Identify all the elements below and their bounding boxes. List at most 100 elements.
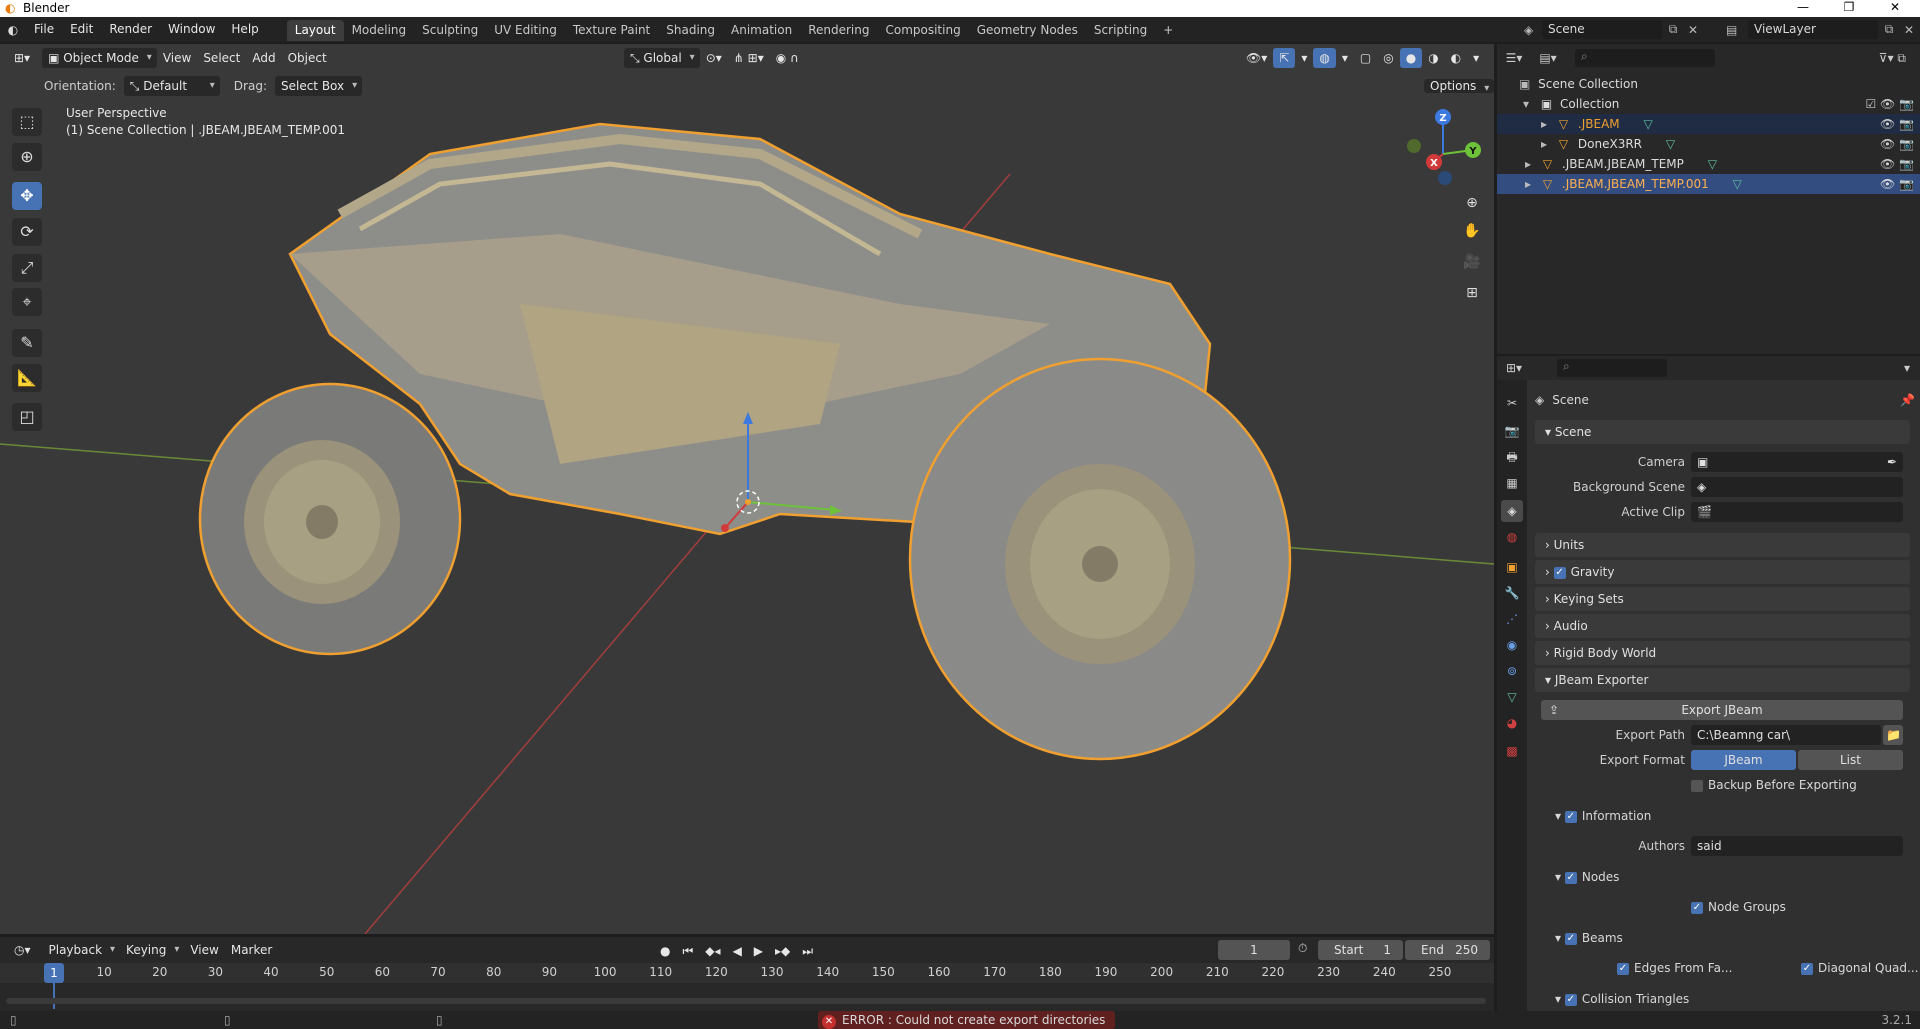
measure-tool-icon[interactable]: 📐 [12, 364, 42, 392]
zoom-icon[interactable]: ⊕ [1458, 190, 1486, 216]
outliner-row-collection[interactable]: ▾ ▣ Collection ☑ 👁 📷 [1497, 94, 1920, 114]
maximize-button[interactable]: ❐ [1826, 0, 1872, 17]
outliner-row-donex3rr[interactable]: ▸ ▽ DoneX3RR ▽ 👁 📷 [1497, 134, 1920, 154]
start-frame-field[interactable]: Start 1 [1318, 940, 1403, 960]
nodes-checkbox[interactable]: ✓ [1564, 871, 1577, 884]
physics-tab-icon[interactable]: ◉ [1501, 634, 1523, 656]
play-reverse-icon[interactable]: ◀ [727, 941, 748, 961]
panel-gravity[interactable]: › ✓ Gravity [1535, 560, 1910, 584]
overlay-dropdown-icon[interactable]: ▾ [1336, 48, 1354, 68]
shading-dropdown-icon[interactable]: ▾ [1467, 48, 1485, 68]
backup-row[interactable]: Backup Before Exporting [1691, 778, 1857, 792]
tab-layout[interactable]: Layout [286, 20, 344, 41]
orientation-dropdown[interactable]: ⤡ Default [123, 76, 220, 96]
edges-checkbox[interactable]: ✓ [1617, 962, 1629, 975]
expand-arrow-icon[interactable]: ▸ [1541, 117, 1547, 131]
play-icon[interactable]: ▶ [748, 941, 769, 961]
diagonal-checkbox[interactable]: ✓ [1801, 962, 1813, 975]
expand-arrow-icon[interactable]: ▸ [1525, 157, 1531, 171]
viewlayer-name[interactable]: ViewLayer [1748, 20, 1878, 39]
texture-tab-icon[interactable]: ▩ [1501, 740, 1523, 762]
error-report[interactable]: ✕ ERROR : Could not create export directo… [818, 1011, 1116, 1029]
drag-dropdown[interactable]: Select Box [274, 76, 363, 96]
outliner-search-input[interactable]: ⌕ [1575, 49, 1715, 67]
transform-tool-icon[interactable]: ⌖ [12, 288, 42, 316]
subpanel-information[interactable]: ▾ ✓ Information [1555, 809, 1651, 823]
blender-menu-icon[interactable]: ◐ [0, 23, 26, 37]
modifiers-tab-icon[interactable]: 🔧 [1501, 582, 1523, 604]
mode-dropdown[interactable]: ▣ Object Mode [42, 48, 157, 68]
data-tab-icon[interactable]: ▽ [1501, 686, 1523, 708]
format-list-option[interactable]: List [1798, 750, 1903, 770]
new-viewlayer-icon[interactable]: ⧉ [1878, 22, 1900, 37]
jump-start-icon[interactable]: ⏮ [676, 941, 699, 961]
particles-tab-icon[interactable]: ⋰ [1501, 608, 1523, 630]
collapse-arrow-icon[interactable]: ▾ [1523, 97, 1529, 111]
panel-audio[interactable]: › Audio [1535, 614, 1910, 638]
menu-add[interactable]: Add [246, 48, 281, 68]
add-workspace-button[interactable]: + [1155, 20, 1181, 41]
solid-shading-icon[interactable]: ● [1399, 48, 1423, 68]
proportional-edit-icon[interactable]: ◉ ∩ [770, 48, 805, 68]
node-groups-checkbox[interactable]: ✓ [1691, 901, 1703, 914]
export-path-input[interactable]: C:\Beamng car\ [1691, 725, 1881, 745]
rendered-shading-icon[interactable]: ◐ [1445, 48, 1467, 68]
panel-jbeam-exporter[interactable]: ▾ JBeam Exporter [1535, 668, 1910, 692]
background-scene-field[interactable]: ◈ [1691, 477, 1903, 497]
scale-tool-icon[interactable]: ⤢ [12, 254, 42, 282]
information-checkbox[interactable]: ✓ [1564, 810, 1577, 823]
menu-timeline-view[interactable]: View [184, 940, 224, 960]
xray-icon[interactable]: ▢ [1354, 48, 1377, 68]
panel-keying-sets[interactable]: › Keying Sets [1535, 587, 1910, 611]
viewlayer-selector[interactable]: ▤ ViewLayer ⧉ ✕ [1726, 19, 1918, 40]
menu-render[interactable]: Render [101, 17, 160, 42]
active-clip-field[interactable]: 🎬 [1691, 502, 1903, 522]
buggy-model[interactable] [198, 122, 1292, 761]
menu-select[interactable]: Select [197, 48, 246, 68]
collision-checkbox[interactable]: ✓ [1564, 993, 1577, 1006]
tab-texture-paint[interactable]: Texture Paint [565, 20, 658, 41]
output-tab-icon[interactable]: 🖶 [1501, 446, 1523, 468]
world-tab-icon[interactable]: ◍ [1501, 526, 1523, 548]
subpanel-beams[interactable]: ▾ ✓ Beams [1555, 931, 1623, 945]
authors-input[interactable]: said [1691, 836, 1903, 856]
editor-type-icon[interactable]: ⊞▾ [8, 48, 36, 68]
move-tool-icon[interactable]: ✥ [12, 182, 42, 210]
camera-field[interactable]: ▣ ✒ [1691, 452, 1903, 472]
filter-icon[interactable]: ⊽▾ ⧉ [1879, 51, 1906, 66]
menu-object[interactable]: Object [282, 48, 333, 68]
menu-playback[interactable]: Playback [42, 940, 121, 960]
tool-tab-icon[interactable]: ✂ [1501, 392, 1523, 414]
jbeam-temp-001-visibility-icons[interactable]: 👁 📷 [1880, 174, 1914, 194]
visibility-icon[interactable]: 👁▾ [1240, 48, 1273, 68]
tab-rendering[interactable]: Rendering [800, 20, 877, 41]
tab-compositing[interactable]: Compositing [877, 20, 968, 41]
pivot-icon[interactable]: ⊙▾ [700, 48, 728, 68]
select-box-tool-icon[interactable]: ⬚ [12, 108, 42, 136]
new-scene-icon[interactable]: ⧉ [1662, 22, 1684, 37]
outliner-row-jbeam[interactable]: ▸ ▽ .JBEAM ▽ 👁 📷 [1497, 114, 1920, 134]
edges-row[interactable]: ✓ Edges From Fa... [1617, 961, 1732, 975]
tab-sculpting[interactable]: Sculpting [414, 20, 486, 41]
scene-name[interactable]: Scene [1542, 20, 1662, 39]
object-tab-icon[interactable]: ▣ [1501, 556, 1523, 578]
render-tab-icon[interactable]: 📷 [1501, 420, 1523, 442]
menu-marker[interactable]: Marker [225, 940, 278, 960]
properties-editor-icon[interactable]: ⊞▾ [1497, 361, 1531, 375]
jbeam-visibility-icons[interactable]: 👁 📷 [1880, 114, 1914, 134]
outliner-row-scene-collection[interactable]: ▣ Scene Collection [1497, 74, 1920, 94]
diagonal-row[interactable]: ✓ Diagonal Quad... [1801, 961, 1918, 975]
delete-scene-icon[interactable]: ✕ [1684, 23, 1702, 37]
collection-visibility-icons[interactable]: ☑ 👁 📷 [1865, 94, 1914, 114]
eyedropper-icon[interactable]: ✒ [1887, 452, 1897, 472]
delete-viewlayer-icon[interactable]: ✕ [1900, 23, 1918, 37]
wireframe-shading-icon[interactable]: ◎ [1377, 48, 1399, 68]
overlay-toggle-icon[interactable]: ◍ [1313, 48, 1336, 68]
camera-view-icon[interactable]: 🎥 [1458, 249, 1486, 275]
menu-edit[interactable]: Edit [62, 17, 101, 42]
gizmo-dropdown-icon[interactable]: ▾ [1295, 48, 1313, 68]
tab-scripting[interactable]: Scripting [1086, 20, 1155, 41]
properties-options-icon[interactable]: ▾ [1904, 361, 1910, 375]
close-window-button[interactable]: ✕ [1872, 0, 1918, 17]
end-frame-field[interactable]: End 250 [1405, 940, 1490, 960]
